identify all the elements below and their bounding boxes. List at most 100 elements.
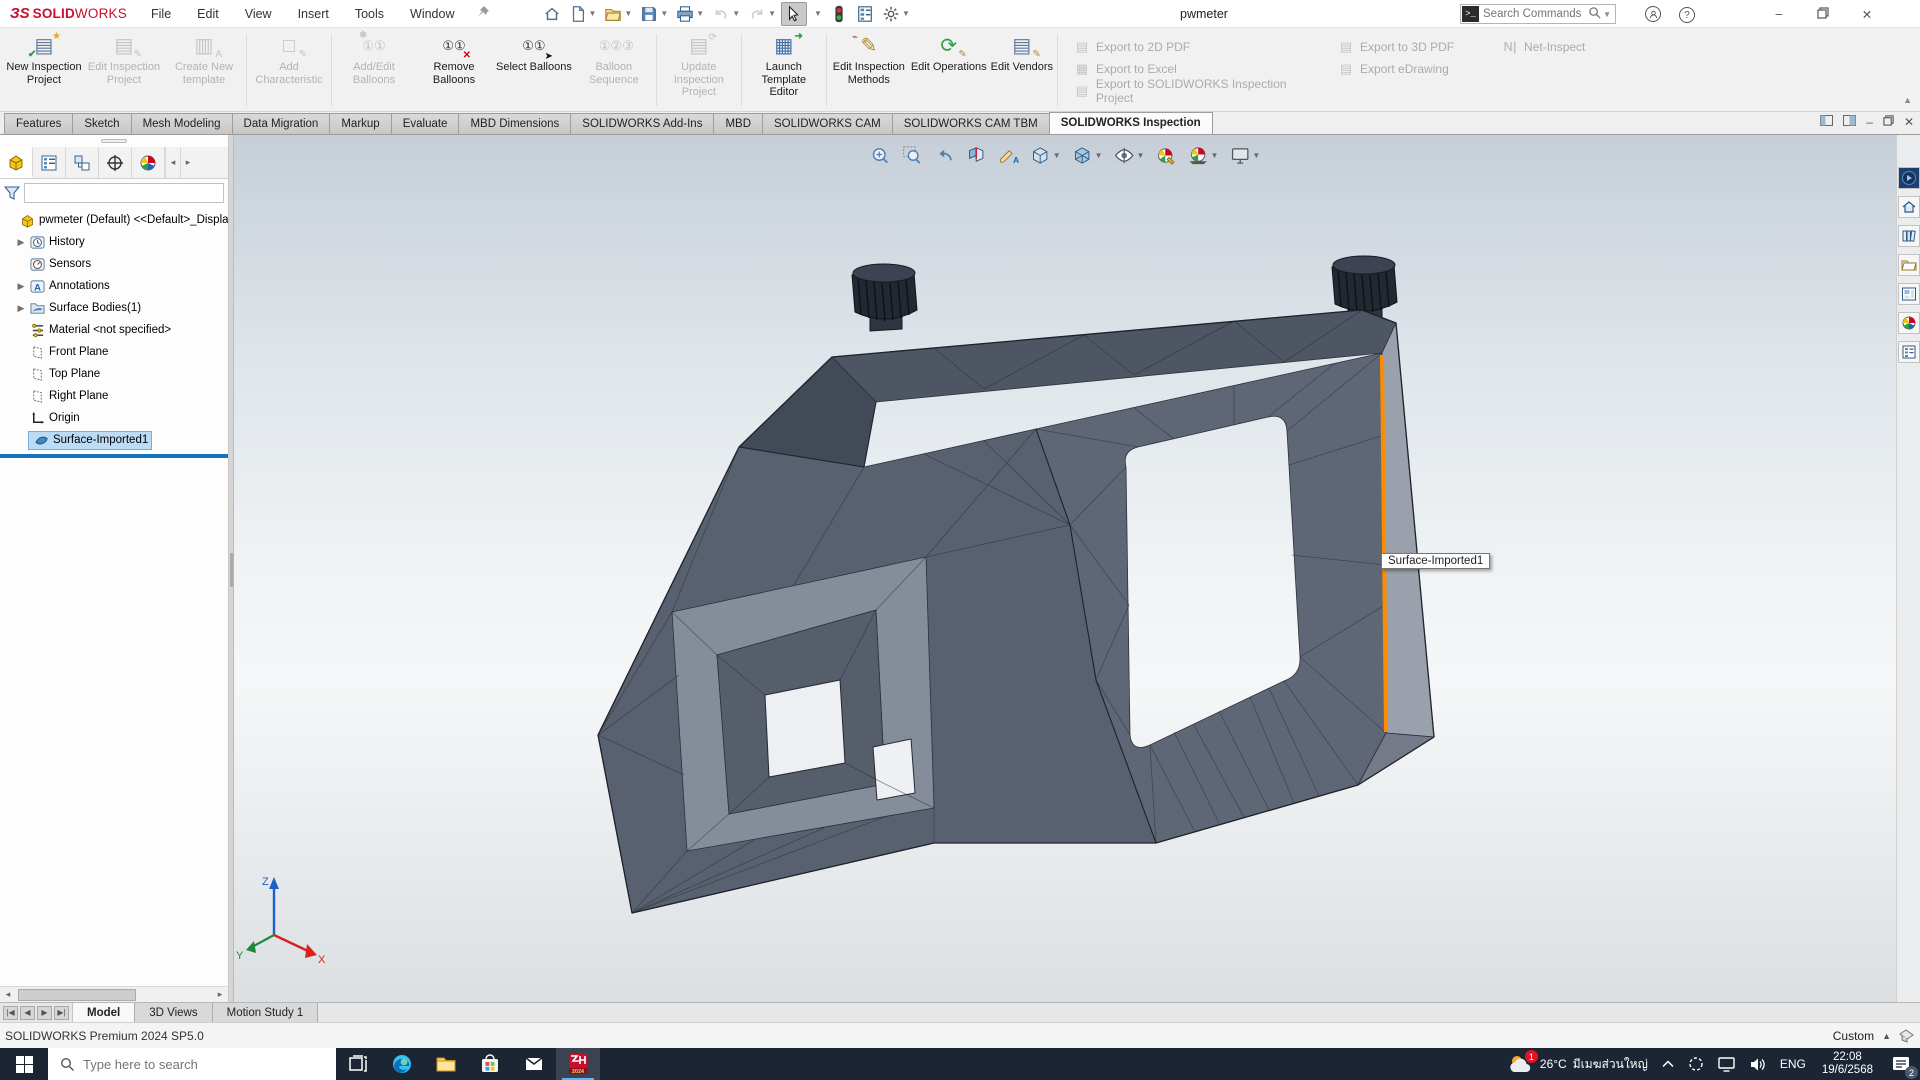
taskbar-search-box[interactable] (48, 1048, 336, 1080)
expander-icon[interactable]: ▶ (14, 303, 28, 314)
tab-sketch[interactable]: Sketch (72, 113, 131, 134)
edit-inspection-methods-button[interactable]: ✎⌁ Edit Inspection Methods (829, 31, 909, 109)
tree-item-origin[interactable]: Origin (0, 407, 228, 429)
edit-vendors-button[interactable]: ▤✎ Edit Vendors (989, 31, 1055, 109)
tab-markup[interactable]: Markup (329, 113, 391, 134)
file-explorer-icon[interactable] (1898, 254, 1920, 276)
display-tray-icon[interactable] (1711, 1048, 1742, 1080)
edge-browser-icon[interactable] (380, 1048, 424, 1080)
tab-data-migration[interactable]: Data Migration (232, 113, 331, 134)
export-sw-inspection-button[interactable]: ▤Export to SOLIDWORKS Inspection Project (1074, 81, 1324, 100)
user-account-icon[interactable] (1636, 6, 1670, 23)
design-library-icon[interactable] (1898, 225, 1920, 247)
create-new-template-button[interactable]: ▥A Create New template (164, 31, 244, 109)
tree-item-history[interactable]: ▶ History (0, 231, 228, 253)
display-style-icon[interactable]: ▼ (1070, 143, 1105, 168)
tab-3d-views[interactable]: 3D Views (135, 1003, 212, 1022)
collapse-ribbon-chevron[interactable]: ▲ (1903, 95, 1912, 105)
status-tag-icon[interactable] (1899, 1029, 1914, 1043)
new-inspection-project-button[interactable]: ▤★✔ New Inspection Project (4, 31, 84, 109)
scroll-left-arrow[interactable]: ◂ (0, 989, 16, 1000)
doc-minimize-icon[interactable]: – (1866, 115, 1873, 129)
panel-tabs-scroll-left[interactable]: ◂ (165, 147, 180, 178)
restore-button[interactable] (1810, 7, 1836, 22)
tab-solidworks-cam[interactable]: SOLIDWORKS CAM (762, 113, 893, 134)
scroll-thumb[interactable] (18, 989, 136, 1001)
clock-widget[interactable]: 22:08 19/6/2568 (1813, 1048, 1882, 1080)
configuration-manager-tab[interactable] (66, 147, 99, 178)
tree-root[interactable]: pwmeter (Default) <<Default>_Display (0, 209, 228, 231)
close-button[interactable]: ✕ (1854, 7, 1880, 22)
tree-item-surface-bodies[interactable]: ▶ Surface Bodies(1) (0, 297, 228, 319)
volume-tray-icon[interactable] (1742, 1048, 1773, 1080)
search-commands-box[interactable]: >_ ▼ (1460, 4, 1616, 24)
tab-solidworks-cam-tbm[interactable]: SOLIDWORKS CAM TBM (892, 113, 1050, 134)
view-settings-icon[interactable]: ▼ (1227, 143, 1262, 168)
print-button[interactable]: ▼ (673, 3, 707, 25)
weather-widget[interactable]: 1 26°C มีเมฆส่วนใหญ่ (1501, 1048, 1655, 1080)
search-commands-input[interactable] (1479, 8, 1588, 20)
view-orientation-icon[interactable]: ▼ (1028, 143, 1063, 168)
rebuild-button[interactable] (827, 3, 851, 25)
previous-view-icon[interactable] (932, 143, 957, 168)
custom-properties-icon[interactable] (1898, 341, 1920, 363)
threedexperience-icon[interactable] (1898, 167, 1920, 189)
new-document-button[interactable]: ▼ (566, 3, 600, 25)
balloon-sequence-button[interactable]: ①②③ Balloon Sequence (574, 31, 654, 109)
mail-icon[interactable] (512, 1048, 556, 1080)
panel-grip[interactable] (0, 135, 228, 147)
save-button[interactable]: ▼ (637, 3, 671, 25)
task-view-button[interactable] (336, 1048, 380, 1080)
hide-show-items-icon[interactable]: ▼ (1112, 143, 1147, 168)
tree-item-front-plane[interactable]: Front Plane (0, 341, 228, 363)
section-view-icon[interactable] (964, 143, 989, 168)
search-icon[interactable] (1588, 6, 1601, 22)
solidworks-taskbar-icon[interactable]: 2024 (556, 1048, 600, 1080)
status-expand-icon[interactable]: ▲ (1882, 1031, 1891, 1041)
notification-center-button[interactable]: 2 (1882, 1048, 1920, 1080)
launch-template-editor-button[interactable]: ▦➜ Launch Template Editor (744, 31, 824, 109)
undo-button[interactable]: ▼ (709, 3, 743, 25)
view-mode-label[interactable]: Custom (1833, 1029, 1874, 1043)
export-2d-pdf-button[interactable]: ▤Export to 2D PDF (1074, 37, 1324, 56)
tree-item-sensors[interactable]: Sensors (0, 253, 228, 275)
minimize-button[interactable]: – (1766, 7, 1792, 21)
help-icon[interactable]: ? (1670, 5, 1704, 24)
tab-mbd[interactable]: MBD (713, 113, 763, 134)
net-inspect-button[interactable]: N|Net-Inspect (1502, 37, 1612, 56)
rollback-bar[interactable] (0, 454, 228, 458)
last-tab-button[interactable]: ▶| (54, 1006, 69, 1020)
property-manager-tab[interactable] (33, 147, 66, 178)
tray-expand-chevron[interactable] (1655, 1048, 1681, 1080)
menu-tools[interactable]: Tools (342, 2, 397, 26)
doc-restore-icon[interactable] (1883, 115, 1894, 129)
edit-operations-button[interactable]: ⟳✎ Edit Operations (909, 31, 989, 109)
first-tab-button[interactable]: |◀ (3, 1006, 18, 1020)
edit-appearance-icon[interactable] (1153, 143, 1178, 168)
language-indicator[interactable]: ENG (1773, 1048, 1813, 1080)
tab-model[interactable]: Model (73, 1003, 135, 1022)
display-manager-tab[interactable] (132, 147, 165, 178)
pane-split-right-icon[interactable] (1843, 115, 1856, 129)
tree-filter-input[interactable] (24, 183, 224, 203)
select-balloons-button[interactable]: ①①➤ Select Balloons (494, 31, 574, 109)
prev-tab-button[interactable]: ◀ (20, 1006, 35, 1020)
model-canvas[interactable]: Z X Y (234, 135, 1896, 1002)
appearances-scenes-icon[interactable] (1898, 312, 1920, 334)
select-tool-button[interactable] (781, 2, 807, 26)
zoom-fit-icon[interactable] (868, 143, 893, 168)
annotation-visibility-icon[interactable]: A (996, 143, 1021, 168)
view-palette-icon[interactable] (1898, 283, 1920, 305)
tab-mesh-modeling[interactable]: Mesh Modeling (131, 113, 233, 134)
add-characteristic-button[interactable]: □✎ Add Characteristic (249, 31, 329, 109)
pane-split-left-icon[interactable] (1820, 115, 1833, 129)
taskbar-search-input[interactable] (83, 1057, 336, 1072)
tree-item-annotations[interactable]: ▶ A Annotations (0, 275, 228, 297)
tree-item-surface-imported1[interactable]: Surface-Imported1 (0, 429, 228, 451)
add-edit-balloons-button[interactable]: ①①✱ Add/Edit Balloons (334, 31, 414, 109)
options-button[interactable]: ▼ (879, 3, 913, 25)
start-button[interactable] (0, 1048, 48, 1080)
menu-window[interactable]: Window (397, 2, 467, 26)
tab-solidworks-inspection[interactable]: SOLIDWORKS Inspection (1049, 112, 1213, 134)
tab-mbd-dimensions[interactable]: MBD Dimensions (458, 113, 571, 134)
